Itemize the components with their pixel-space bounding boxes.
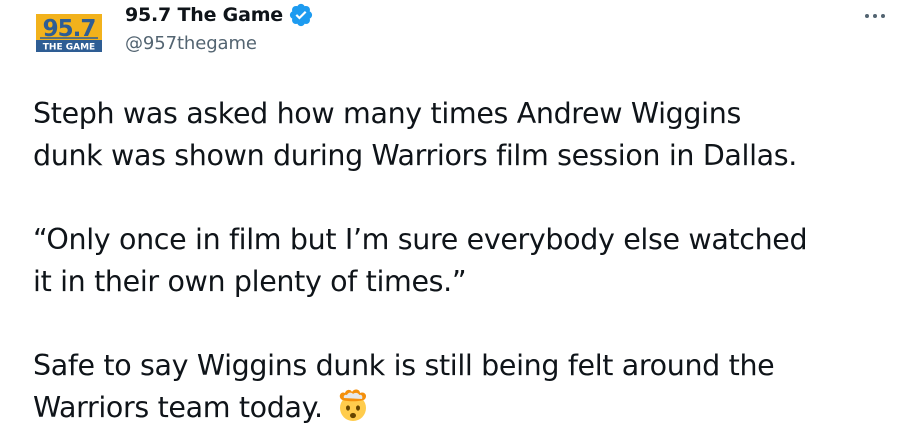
tweet-card: 95.7 THE GAME 95.7 The Game @957thegame … <box>0 0 900 431</box>
tweet-paragraph: Steph was asked how many times Andrew Wi… <box>33 93 893 177</box>
tweet-line: Steph was asked how many times Andrew Wi… <box>33 97 741 130</box>
author-handle[interactable]: @957thegame <box>125 33 314 54</box>
exploding-head-emoji-icon <box>335 387 371 423</box>
name-row: 95.7 The Game <box>125 3 314 27</box>
more-options-button[interactable] <box>858 6 892 26</box>
author-block: 95.7 The Game @957thegame <box>125 3 314 54</box>
station-logo-icon: 95.7 THE GAME <box>36 14 102 52</box>
tweet-line: “Only once in film but I’m sure everybod… <box>33 223 808 256</box>
avatar[interactable]: 95.7 THE GAME <box>36 14 102 52</box>
tweet-paragraph: “Only once in film but I’m sure everybod… <box>33 219 893 303</box>
more-horizontal-icon <box>865 14 869 18</box>
tweet-line: Warriors team today. <box>33 391 323 424</box>
tweet-paragraph: Safe to say Wiggins dunk is still being … <box>33 345 893 429</box>
tweet-line: dunk was shown during Warriors film sess… <box>33 139 797 172</box>
tweet-text: Steph was asked how many times Andrew Wi… <box>33 93 893 429</box>
author-display-name[interactable]: 95.7 The Game <box>125 4 283 26</box>
tweet-line: it in their own plenty of times.” <box>33 265 467 298</box>
verified-badge-icon <box>288 2 314 28</box>
tweet-line: Safe to say Wiggins dunk is still being … <box>33 349 775 382</box>
logo-subtitle: THE GAME <box>43 43 95 53</box>
